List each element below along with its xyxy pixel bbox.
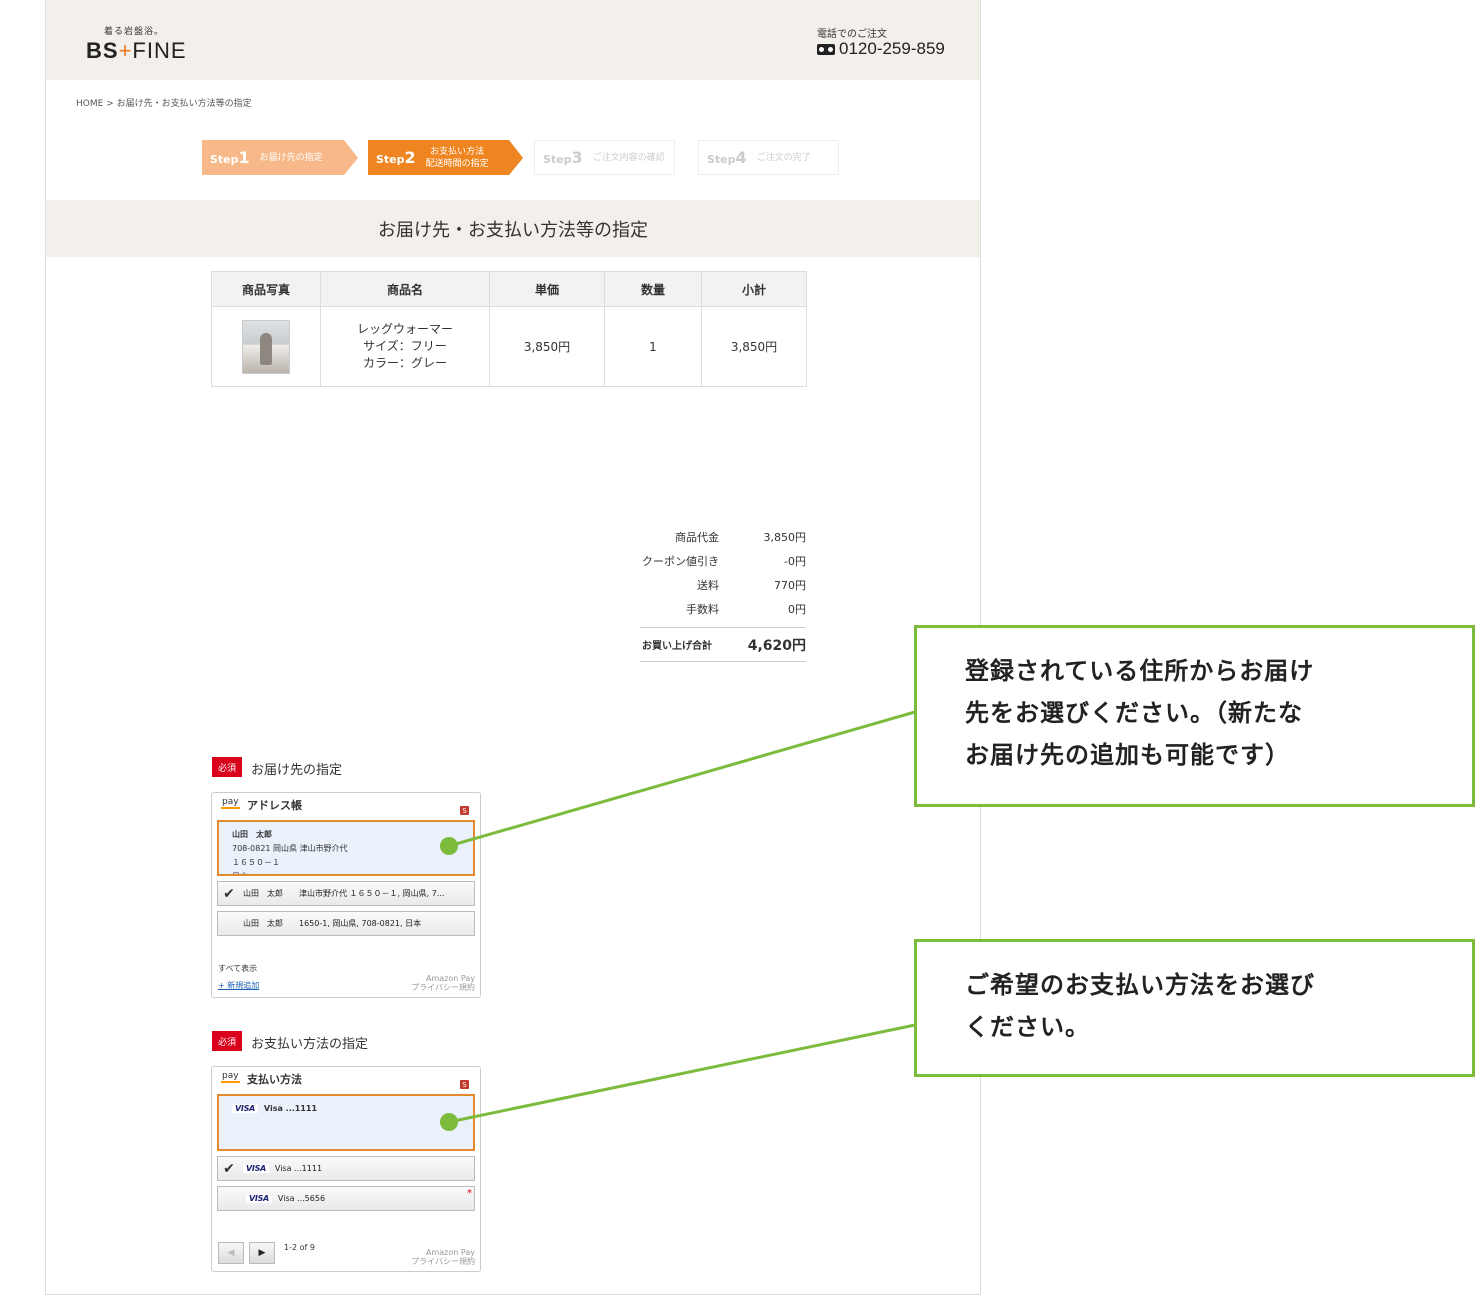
callout-line-address — [448, 710, 916, 848]
callout-address: 登録されている住所からお届け 先をお選びください。（新たな お届け先の追加も可能… — [914, 625, 1475, 807]
callout-address-line2: 先をお選びください。（新たな — [965, 699, 1303, 727]
callout-payment: ご希望のお支払い方法をお選び ください。 — [914, 939, 1475, 1077]
callout-dot-address — [440, 837, 458, 855]
callout-dot-payment — [440, 1113, 458, 1131]
callout-payment-line2: ください。 — [965, 1013, 1090, 1041]
callout-address-line1: 登録されている住所からお届け — [965, 657, 1315, 685]
callout-address-line3: お届け先の追加も可能です） — [965, 741, 1290, 769]
callout-payment-line1: ご希望のお支払い方法をお選び — [965, 971, 1315, 999]
callout-line-payment — [448, 1023, 916, 1124]
